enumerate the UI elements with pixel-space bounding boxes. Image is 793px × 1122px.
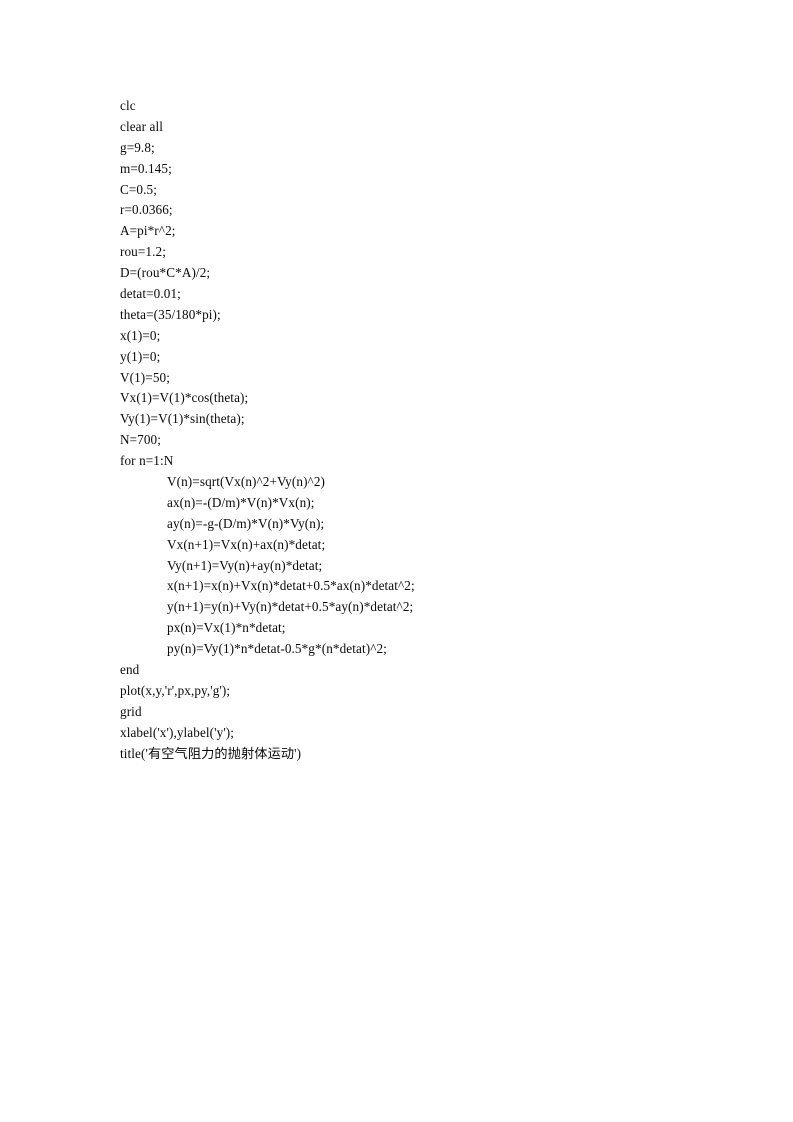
code-line: A=pi*r^2; xyxy=(120,223,176,239)
code-line: py(n)=Vy(1)*n*detat-0.5*g*(n*detat)^2; xyxy=(167,641,387,657)
code-line: V(1)=50; xyxy=(120,369,170,385)
document-page: clc clear all g=9.8; m=0.145; C=0.5; r=0.0366… xyxy=(0,0,793,1122)
code-line: r=0.0366; xyxy=(120,202,173,218)
code-line: x(1)=0; xyxy=(120,327,161,343)
code-line: ax(n)=-(D/m)*V(n)*Vx(n); xyxy=(167,494,315,510)
code-line: end xyxy=(120,662,140,678)
code-line: for n=1:N xyxy=(120,453,174,469)
code-line: theta=(35/180*pi); xyxy=(120,306,221,322)
code-line: g=9.8; xyxy=(120,139,155,155)
code-line: D=(rou*C*A)/2; xyxy=(120,265,211,281)
code-line: V(n)=sqrt(Vx(n)^2+Vy(n)^2) xyxy=(167,474,326,490)
code-line: ay(n)=-g-(D/m)*V(n)*Vy(n); xyxy=(167,515,325,531)
code-line: y(1)=0; xyxy=(120,348,161,364)
code-line: detat=0.01; xyxy=(120,286,181,302)
code-line: C=0.5; xyxy=(120,181,157,197)
code-line: title('有空气阻力的抛射体运动') xyxy=(120,745,302,761)
code-line: x(n+1)=x(n)+Vx(n)*detat+0.5*ax(n)*detat^… xyxy=(167,578,415,594)
code-line: Vx(n+1)=Vx(n)+ax(n)*detat; xyxy=(167,536,326,552)
matlab-code-block: clc clear all g=9.8; m=0.145; C=0.5; r=0.0366… xyxy=(120,96,720,765)
code-line: y(n+1)=y(n)+Vy(n)*detat+0.5*ay(n)*detat^… xyxy=(167,599,414,615)
code-line: m=0.145; xyxy=(120,160,172,176)
code-line: grid xyxy=(120,703,142,719)
code-line: px(n)=Vx(1)*n*detat; xyxy=(167,620,286,636)
code-line: plot(x,y,'r',px,py,'g'); xyxy=(120,682,231,698)
code-line: Vx(1)=V(1)*cos(theta); xyxy=(120,390,249,406)
code-line: clear all xyxy=(120,118,163,134)
code-line: N=700; xyxy=(120,432,162,448)
code-line: xlabel('x'),ylabel('y'); xyxy=(120,724,235,740)
code-line: Vy(n+1)=Vy(n)+ay(n)*detat; xyxy=(167,557,323,573)
code-line: clc xyxy=(120,98,136,113)
code-line: rou=1.2; xyxy=(120,244,166,260)
code-line: Vy(1)=V(1)*sin(theta); xyxy=(120,411,245,427)
